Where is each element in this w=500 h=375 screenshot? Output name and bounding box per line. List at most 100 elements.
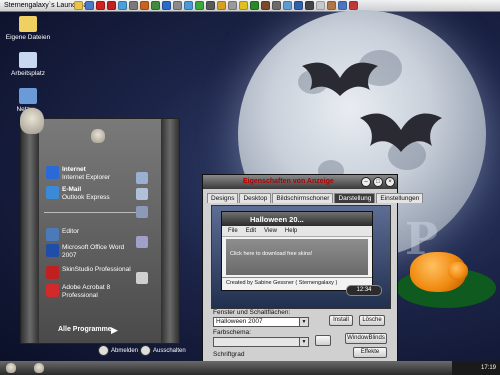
start-item-subtitle: Professional (62, 292, 98, 299)
dialog-title: Eigenschaften von Anzeige (243, 178, 334, 185)
desktop-icon-my-documents[interactable]: Eigene Dateien (4, 16, 52, 41)
shield-icon[interactable] (294, 1, 303, 10)
music-icon[interactable] (217, 1, 226, 10)
bat-icon (302, 62, 378, 96)
computer-icon[interactable] (136, 206, 148, 218)
tab-designs[interactable]: Designs (207, 193, 239, 203)
pdf-icon[interactable] (96, 1, 105, 10)
display-properties-dialog: Eigenschaften von Anzeige – □ × Designs … (202, 174, 424, 362)
reaper-skull-icon (20, 108, 44, 134)
close-button[interactable]: × (385, 177, 395, 187)
start-item-subtitle: 2007 (62, 252, 77, 259)
star-icon[interactable] (239, 1, 248, 10)
desktop-icon-label: Eigene Dateien (5, 34, 51, 41)
help-icon[interactable] (338, 1, 347, 10)
power-icon[interactable] (349, 1, 358, 10)
cloud-icon[interactable] (283, 1, 292, 10)
image-icon[interactable] (118, 1, 127, 10)
logoff-button[interactable]: Abmelden (98, 345, 138, 356)
computer-icon (19, 52, 37, 68)
windowblinds-button[interactable]: WindowBlinds (345, 333, 387, 344)
tab-desktop[interactable]: Desktop (239, 193, 272, 203)
pictures-icon[interactable] (136, 188, 148, 200)
documents-icon[interactable] (136, 172, 148, 184)
skull-icon (6, 363, 16, 373)
settings-icon[interactable] (206, 1, 215, 10)
start-item-title: Adobe Acrobat 8 (62, 284, 111, 291)
preview-window: Halloween 20... File Edit View Help Clic… (221, 211, 373, 291)
calc-icon[interactable] (129, 1, 138, 10)
skull-icon (34, 363, 44, 373)
browser-icon[interactable] (162, 1, 171, 10)
skinstudio-icon (46, 266, 59, 279)
tab-screensaver[interactable]: Bildschirmschoner (272, 193, 334, 203)
preview-menu-edit: Edit (245, 228, 257, 234)
clock-icon[interactable] (316, 1, 325, 10)
word-icon (46, 244, 59, 257)
globe-icon[interactable] (184, 1, 193, 10)
color-scheme-select[interactable]: ▼ (213, 337, 309, 347)
start-item-title: Internet (62, 166, 86, 173)
outlook-icon (46, 186, 59, 199)
start-item-title: E-Mail (62, 186, 82, 193)
start-item-title: SkinStudio Professional (62, 266, 131, 273)
disc-icon[interactable] (228, 1, 237, 10)
launchbar: Sternengalaxy`s Launchbar (0, 0, 500, 12)
network-icon[interactable] (250, 1, 259, 10)
launchbar-title: Sternengalaxy`s Launchbar (4, 2, 90, 9)
maximize-button[interactable]: □ (373, 177, 383, 187)
media-icon[interactable] (151, 1, 160, 10)
install-button[interactable]: Install (329, 315, 353, 326)
search-icon[interactable] (173, 1, 182, 10)
monitor-icon[interactable] (315, 335, 331, 346)
preview-menu-view: View (264, 228, 277, 234)
paint-icon[interactable] (140, 1, 149, 10)
mail-icon[interactable] (85, 1, 94, 10)
tool-icon[interactable] (261, 1, 270, 10)
power-icon (140, 345, 151, 356)
desktop-icon-my-computer[interactable]: Arbeitsplatz (4, 52, 52, 77)
dialog-tabs: Designs Desktop Bildschirmschoner Darste… (207, 193, 424, 203)
windows-style-select[interactable]: Halloween 2007 ▼ (213, 317, 309, 327)
internet-explorer-icon (46, 166, 59, 179)
printer-icon[interactable] (272, 1, 281, 10)
start-item-subtitle: Outlook Express (62, 194, 110, 201)
folder-icon[interactable] (74, 1, 83, 10)
shutdown-label: Ausschalten (153, 347, 186, 354)
monitor-icon[interactable] (305, 1, 314, 10)
start-item-subtitle: Internet Explorer (62, 174, 111, 181)
folder-icon (19, 16, 37, 32)
search-icon[interactable] (136, 272, 148, 284)
start-item-title: Microsoft Office Word (62, 244, 125, 251)
chevron-down-icon: ▼ (299, 338, 308, 346)
delete-button[interactable]: Lösche (359, 315, 385, 326)
acrobat-icon (46, 284, 59, 297)
preview-clock: 12:34 (346, 285, 382, 296)
start-item-acrobat[interactable]: Adobe Acrobat 8 Professional (46, 284, 162, 300)
effects-button[interactable]: Effekte (353, 347, 387, 358)
network-icon (19, 88, 37, 104)
tab-settings[interactable]: Einstellungen (376, 193, 424, 203)
bat-icon (360, 113, 442, 152)
minimize-button[interactable]: – (361, 177, 371, 187)
preview-menubar: File Edit View Help (222, 226, 372, 237)
menu-separator (44, 212, 140, 213)
label-color-scheme: Farbschema: (213, 329, 251, 336)
control-panel-icon[interactable] (136, 236, 148, 248)
dialog-titlebar: Eigenschaften von Anzeige – □ × (203, 175, 397, 189)
skull-icon (91, 129, 105, 143)
chat-icon[interactable] (195, 1, 204, 10)
chevron-down-icon: ▼ (299, 318, 308, 326)
shutdown-button[interactable]: Ausschalten (140, 345, 186, 356)
user-icon[interactable] (327, 1, 336, 10)
windows-style-value: Halloween 2007 (216, 318, 263, 325)
key-icon (98, 345, 109, 356)
label-windows-buttons: Fenster und Schaltflächen: (213, 309, 291, 316)
menu-pillar-right (161, 119, 179, 343)
tab-appearance[interactable]: Darstellung (334, 193, 376, 203)
skin-icon[interactable] (107, 1, 116, 10)
all-programs-button[interactable]: Alle Programme (58, 326, 112, 333)
preview-menu-help: Help (284, 228, 298, 234)
start-item-editor[interactable]: Editor (46, 228, 162, 241)
preview-menu-file: File (228, 228, 238, 234)
